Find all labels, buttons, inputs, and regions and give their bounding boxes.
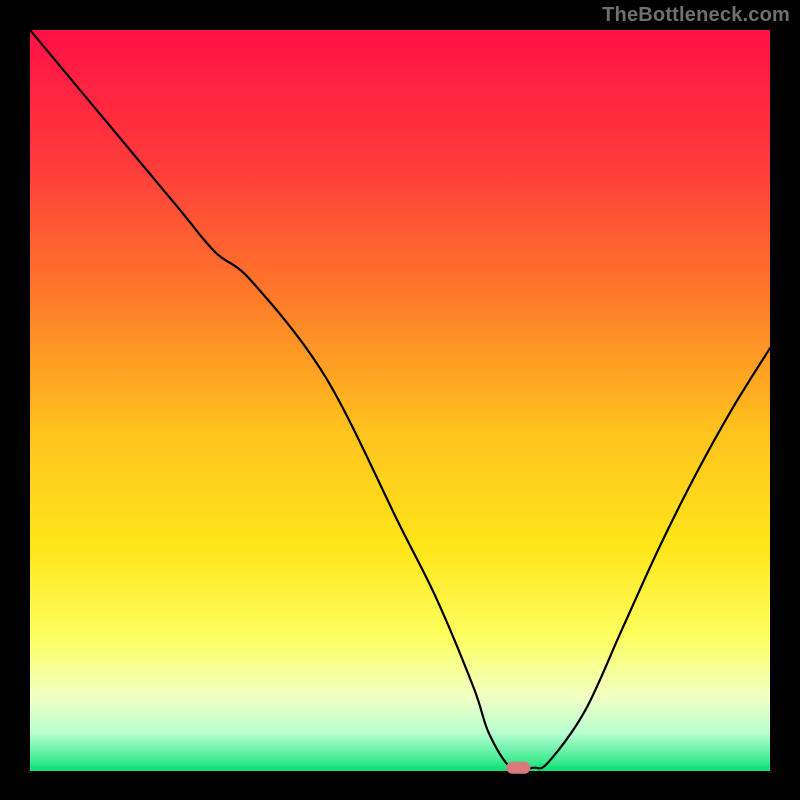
watermark-text: TheBottleneck.com bbox=[602, 4, 790, 27]
optimal-marker bbox=[506, 762, 530, 774]
plot-area bbox=[30, 30, 770, 770]
bottleneck-chart bbox=[0, 0, 800, 800]
ground-stripe bbox=[30, 766, 770, 771]
chart-container: TheBottleneck.com bbox=[0, 0, 800, 800]
